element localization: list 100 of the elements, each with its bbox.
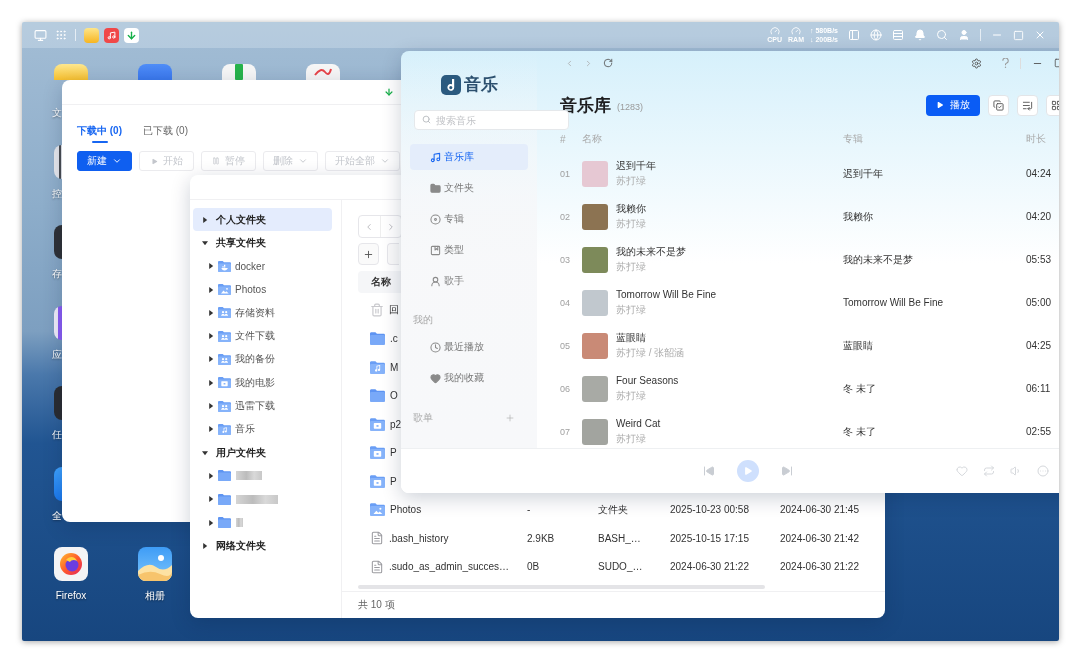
nav-item[interactable]: 专辑 bbox=[410, 206, 528, 232]
nav-item[interactable]: 歌手 bbox=[410, 268, 528, 294]
add-button[interactable] bbox=[358, 243, 379, 265]
tree-item[interactable]: docker bbox=[193, 254, 332, 278]
caret-icon[interactable] bbox=[208, 496, 214, 503]
file-name: .c bbox=[390, 333, 398, 345]
album-name: 冬 未了 bbox=[843, 424, 877, 439]
track-title: 迟到千年 bbox=[616, 160, 656, 172]
list-icon[interactable] bbox=[892, 29, 904, 41]
folder-icon bbox=[430, 182, 441, 194]
monitor-icon[interactable] bbox=[34, 28, 47, 42]
caret-icon[interactable] bbox=[208, 309, 214, 316]
people-folder-icon bbox=[218, 330, 231, 342]
file-name: O bbox=[390, 390, 398, 402]
caret-icon[interactable] bbox=[208, 286, 214, 293]
caret-icon[interactable] bbox=[208, 403, 214, 409]
folder-app-icon[interactable] bbox=[54, 64, 88, 80]
caret-icon[interactable] bbox=[208, 426, 214, 433]
tree-item[interactable]: 音乐 bbox=[193, 417, 332, 441]
caret-icon bbox=[298, 156, 308, 166]
music-app-icon[interactable] bbox=[104, 27, 119, 43]
pause-icon bbox=[212, 157, 220, 165]
track-artist: 苏打绿 / 张韶涵 bbox=[616, 347, 685, 359]
globe-icon[interactable] bbox=[870, 29, 882, 41]
app-icon[interactable] bbox=[306, 64, 340, 80]
created-date: 2024-06-30 21:42 bbox=[779, 532, 860, 544]
panel-icon[interactable] bbox=[848, 29, 860, 41]
tree-item[interactable]: 文件下载 bbox=[193, 324, 332, 348]
file-name: P bbox=[390, 475, 397, 487]
caret-icon[interactable] bbox=[208, 519, 214, 526]
gauge-icon[interactable] bbox=[769, 26, 780, 36]
nav-item[interactable]: 音乐库 bbox=[410, 144, 528, 170]
landscape-icon[interactable] bbox=[138, 547, 172, 581]
app-icon[interactable] bbox=[54, 144, 62, 179]
play-icon bbox=[936, 101, 944, 109]
tree-item[interactable]: 个人文件夹 bbox=[193, 208, 332, 232]
refresh-icon[interactable] bbox=[603, 58, 613, 68]
close-icon[interactable] bbox=[1034, 29, 1046, 41]
forward-icon[interactable] bbox=[584, 58, 593, 68]
caret-icon[interactable] bbox=[202, 216, 208, 223]
tab[interactable]: 下载中 (0) bbox=[77, 123, 122, 143]
caret-icon[interactable] bbox=[202, 542, 208, 549]
volume-icon[interactable] bbox=[1010, 465, 1022, 477]
album-cover bbox=[582, 160, 608, 187]
app-grid-icon[interactable] bbox=[55, 29, 67, 41]
tree-item[interactable]: 我的备份 bbox=[193, 347, 332, 372]
track-title: 我赖你 bbox=[616, 203, 646, 215]
app-label: 任 bbox=[52, 429, 62, 441]
folder-app-icon[interactable] bbox=[84, 27, 99, 43]
play-all-button[interactable]: 播放 bbox=[926, 94, 980, 116]
album-cover bbox=[582, 375, 608, 402]
bell-icon[interactable] bbox=[914, 29, 926, 41]
app-label: 存 bbox=[52, 268, 62, 280]
caret-icon[interactable] bbox=[208, 379, 214, 386]
search-icon[interactable] bbox=[936, 29, 948, 41]
tree-item[interactable]: 迅雷下载 bbox=[193, 394, 332, 418]
back-icon[interactable] bbox=[565, 58, 574, 68]
track-title: Weird Cat bbox=[616, 418, 661, 430]
settings-icon[interactable] bbox=[971, 57, 982, 69]
tree-item[interactable]: 我的电影 bbox=[193, 371, 332, 395]
tree-item[interactable]: 用户文件夹 bbox=[193, 440, 332, 465]
caret-icon[interactable] bbox=[202, 449, 208, 456]
tree-item[interactable]: 网络文件夹 bbox=[193, 534, 332, 558]
download-app-icon[interactable] bbox=[124, 27, 139, 43]
tree-item[interactable]: Photos bbox=[193, 277, 332, 302]
app-icon[interactable] bbox=[54, 225, 62, 259]
app-icon[interactable] bbox=[54, 305, 62, 340]
download-icon[interactable] bbox=[384, 87, 394, 97]
tree-item[interactable]: 共享文件夹 bbox=[193, 231, 332, 255]
nav-item[interactable]: 最近播放 bbox=[410, 334, 528, 360]
caret-icon[interactable] bbox=[208, 263, 214, 270]
tree-item[interactable]: 存储资料 bbox=[193, 301, 332, 325]
nav-item[interactable]: 我的收藏 bbox=[410, 365, 528, 391]
toolbar-button[interactable]: 新建 bbox=[77, 151, 132, 171]
image-folder-icon bbox=[370, 503, 385, 517]
file-size: 2.9KB bbox=[526, 532, 556, 544]
tab[interactable]: 已下载 (0) bbox=[143, 123, 188, 143]
user-icon[interactable] bbox=[958, 29, 970, 41]
previous-icon[interactable] bbox=[703, 465, 715, 477]
track-number: 04 bbox=[560, 297, 571, 308]
browser-icon[interactable] bbox=[54, 547, 88, 581]
gauge-icon[interactable] bbox=[791, 26, 801, 36]
caret-icon bbox=[380, 156, 390, 166]
next-icon[interactable] bbox=[781, 465, 793, 477]
caret-icon[interactable] bbox=[202, 239, 208, 246]
nav-item[interactable]: 类型 bbox=[410, 237, 528, 263]
file-name: .bash_history bbox=[389, 532, 449, 544]
file-name: M bbox=[390, 361, 399, 373]
caret-icon[interactable] bbox=[208, 356, 214, 363]
queue-button[interactable] bbox=[1017, 94, 1038, 116]
caret-icon[interactable] bbox=[208, 472, 214, 479]
app-label: Firefox bbox=[55, 590, 87, 602]
add-icon[interactable] bbox=[505, 413, 515, 423]
caret-icon[interactable] bbox=[208, 333, 214, 340]
help-icon[interactable] bbox=[1002, 58, 1009, 68]
nav-item[interactable]: 文件夹 bbox=[410, 175, 528, 201]
section-label: 歌单 bbox=[413, 411, 433, 425]
list-icon bbox=[1022, 99, 1033, 111]
document-icon bbox=[370, 531, 384, 546]
multi-select-button[interactable] bbox=[988, 94, 1009, 116]
